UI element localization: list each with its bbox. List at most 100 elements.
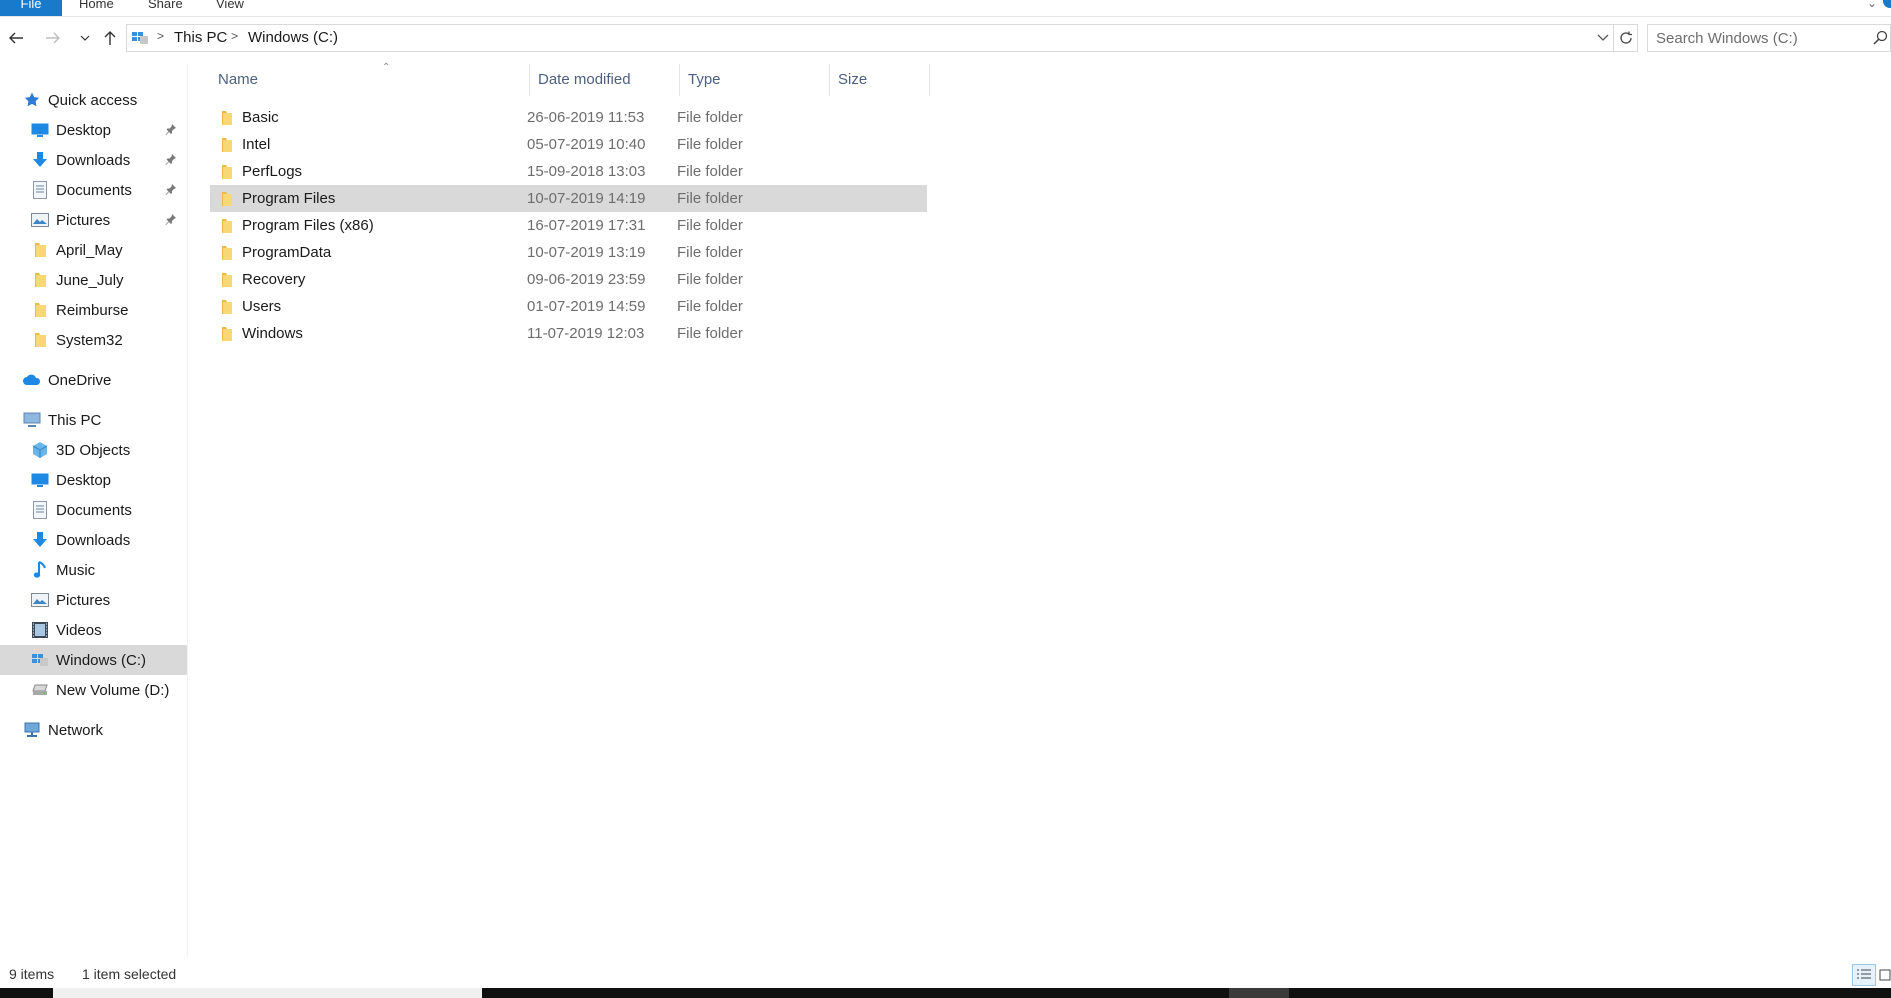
large-icons-view-icon [1879, 969, 1891, 981]
file-date: 05-07-2019 10:40 [527, 136, 646, 153]
nav-quick-pictures[interactable]: Pictures [0, 205, 187, 235]
nav-this-pc[interactable]: This PC [0, 405, 187, 435]
search-input[interactable] [1648, 25, 1858, 51]
column-header-name[interactable]: Name [210, 64, 530, 96]
pin-icon[interactable] [165, 212, 177, 229]
file-row[interactable]: Windows 11-07-2019 12:03 File folder [210, 320, 927, 347]
nav-pc-pictures[interactable]: Pictures [0, 585, 187, 615]
folder-icon [222, 245, 232, 260]
nav-quick-documents[interactable]: Documents [0, 175, 187, 205]
pin-icon[interactable] [165, 122, 177, 139]
file-row-selected[interactable]: Program Files 10-07-2019 14:19 File fold… [210, 185, 927, 212]
nav-quick-access[interactable]: Quick access [0, 85, 187, 115]
taskbar [0, 988, 1891, 998]
tab-view[interactable]: View [216, 0, 244, 16]
recent-locations-button[interactable] [72, 25, 98, 51]
drive-icon [30, 680, 50, 700]
nav-label: Pictures [56, 211, 111, 229]
address-dropdown-button[interactable] [1593, 25, 1613, 51]
file-row[interactable]: Program Files (x86) 16-07-2019 17:31 Fil… [210, 212, 927, 239]
back-arrow-icon [9, 32, 23, 44]
desktop-icon [30, 470, 50, 490]
nav-quick-june-july[interactable]: June_July [0, 265, 187, 295]
nav-quick-downloads[interactable]: Downloads [0, 145, 187, 175]
file-row[interactable]: ProgramData 10-07-2019 13:19 File folder [210, 239, 927, 266]
folder-icon [222, 110, 232, 125]
breadcrumb-separator-icon[interactable]: > [231, 29, 238, 43]
file-row[interactable]: PerfLogs 15-09-2018 13:03 File folder [210, 158, 927, 185]
column-header-type[interactable]: Type [680, 64, 830, 96]
file-name: Intel [242, 136, 271, 153]
nav-pc-documents[interactable]: Documents [0, 495, 187, 525]
folder-icon [222, 218, 232, 233]
expand-ribbon-icon[interactable]: ⌄ [1867, 0, 1877, 10]
tab-share[interactable]: Share [148, 0, 183, 16]
file-row[interactable]: Recovery 09-06-2019 23:59 File folder [210, 266, 927, 293]
nav-label: This PC [48, 411, 102, 429]
breadcrumb-this-pc[interactable]: This PC [174, 29, 227, 46]
file-row[interactable]: Users 01-07-2019 14:59 File folder [210, 293, 927, 320]
folder-icon [30, 330, 50, 350]
nav-pc-windows-c[interactable]: Windows (C:) [0, 645, 187, 675]
status-item-count: 9 items [9, 966, 55, 982]
nav-quick-april-may[interactable]: April_May [0, 235, 187, 265]
nav-label: Reimburse [56, 301, 129, 319]
details-view-button[interactable] [1852, 964, 1876, 986]
address-bar[interactable]: > This PC > Windows (C:) [126, 24, 1614, 52]
nav-label: Music [56, 561, 96, 579]
help-icon[interactable] [1883, 0, 1891, 8]
nav-pc-music[interactable]: Music [0, 555, 187, 585]
nav-label: Quick access [48, 91, 138, 109]
column-header-size[interactable]: Size [830, 64, 930, 96]
tab-file[interactable]: File [0, 0, 62, 16]
file-type: File folder [677, 298, 743, 315]
file-name: PerfLogs [242, 163, 303, 180]
breadcrumb-separator-icon[interactable]: > [157, 29, 164, 43]
nav-label: Network [48, 721, 104, 739]
file-name: ProgramData [242, 244, 332, 261]
folder-icon [222, 137, 232, 152]
nav-network[interactable]: Network [0, 715, 187, 745]
nav-quick-system32[interactable]: System32 [0, 325, 187, 355]
file-name: Recovery [242, 271, 306, 288]
nav-label: System32 [56, 331, 123, 349]
nav-label: 3D Objects [56, 441, 131, 459]
back-button[interactable] [4, 25, 28, 51]
nav-pc-downloads[interactable]: Downloads [0, 525, 187, 555]
desktop-icon [30, 120, 50, 140]
nav-pc-desktop[interactable]: Desktop [0, 465, 187, 495]
nav-quick-desktop[interactable]: Desktop [0, 115, 187, 145]
downloads-icon [30, 530, 50, 550]
documents-icon [30, 500, 50, 520]
search-icon[interactable] [1873, 30, 1888, 49]
up-button[interactable] [98, 25, 122, 51]
folder-icon [222, 272, 232, 287]
file-row[interactable]: Intel 05-07-2019 10:40 File folder [210, 131, 927, 158]
nav-quick-reimburse[interactable]: Reimburse [0, 295, 187, 325]
file-row[interactable]: Basic 26-06-2019 11:53 File folder [210, 104, 927, 131]
column-header-date[interactable]: Date modified [530, 64, 680, 96]
folder-icon [30, 270, 50, 290]
tab-home[interactable]: Home [79, 0, 114, 16]
breadcrumb-windows-c[interactable]: Windows (C:) [248, 29, 338, 46]
taskbar-active-app[interactable] [1229, 988, 1289, 998]
folder-icon [30, 300, 50, 320]
nav-label: Downloads [56, 151, 131, 169]
3d-objects-icon [30, 440, 50, 460]
pin-icon[interactable] [165, 152, 177, 169]
taskbar-search-box[interactable] [53, 988, 482, 998]
nav-onedrive[interactable]: OneDrive [0, 365, 187, 395]
file-name: Users [242, 298, 282, 315]
nav-pc-3d-objects[interactable]: 3D Objects [0, 435, 187, 465]
search-box[interactable] [1647, 24, 1891, 52]
forward-button[interactable] [41, 25, 65, 51]
nav-pc-videos[interactable]: Videos [0, 615, 187, 645]
computer-icon [22, 410, 42, 430]
refresh-button[interactable] [1614, 24, 1638, 52]
nav-label: Desktop [56, 121, 112, 139]
large-icons-view-button[interactable] [1879, 964, 1891, 986]
nav-pc-new-volume-d[interactable]: New Volume (D:) [0, 675, 187, 705]
file-name: Basic [242, 109, 279, 126]
navigation-pane: Quick access Desktop Downloads Documents… [0, 64, 188, 956]
pin-icon[interactable] [165, 182, 177, 199]
